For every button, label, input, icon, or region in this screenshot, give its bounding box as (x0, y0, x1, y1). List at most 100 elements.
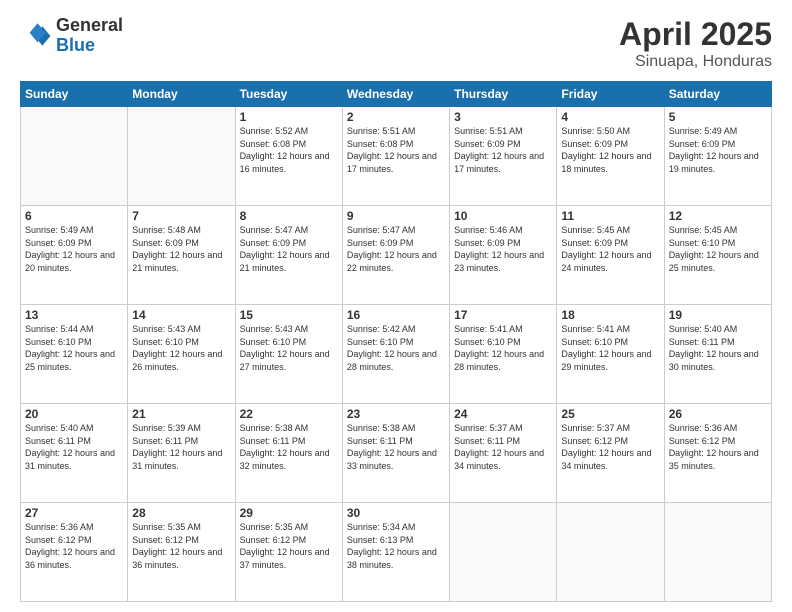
title-block: April 2025 Sinuapa, Honduras (619, 16, 772, 71)
table-row (450, 503, 557, 602)
header-sunday: Sunday (21, 82, 128, 107)
day-info: Sunrise: 5:39 AM Sunset: 6:11 PM Dayligh… (132, 422, 230, 472)
day-info: Sunrise: 5:52 AM Sunset: 6:08 PM Dayligh… (240, 125, 338, 175)
day-number: 30 (347, 506, 445, 520)
day-info: Sunrise: 5:42 AM Sunset: 6:10 PM Dayligh… (347, 323, 445, 373)
day-number: 21 (132, 407, 230, 421)
table-row (557, 503, 664, 602)
table-row: 6Sunrise: 5:49 AM Sunset: 6:09 PM Daylig… (21, 206, 128, 305)
day-info: Sunrise: 5:41 AM Sunset: 6:10 PM Dayligh… (561, 323, 659, 373)
calendar-header-row: Sunday Monday Tuesday Wednesday Thursday… (21, 82, 772, 107)
day-number: 27 (25, 506, 123, 520)
table-row: 18Sunrise: 5:41 AM Sunset: 6:10 PM Dayli… (557, 305, 664, 404)
table-row: 22Sunrise: 5:38 AM Sunset: 6:11 PM Dayli… (235, 404, 342, 503)
day-info: Sunrise: 5:38 AM Sunset: 6:11 PM Dayligh… (347, 422, 445, 472)
day-info: Sunrise: 5:41 AM Sunset: 6:10 PM Dayligh… (454, 323, 552, 373)
header-saturday: Saturday (664, 82, 771, 107)
table-row: 21Sunrise: 5:39 AM Sunset: 6:11 PM Dayli… (128, 404, 235, 503)
header-thursday: Thursday (450, 82, 557, 107)
day-info: Sunrise: 5:34 AM Sunset: 6:13 PM Dayligh… (347, 521, 445, 571)
table-row: 2Sunrise: 5:51 AM Sunset: 6:08 PM Daylig… (342, 107, 449, 206)
day-info: Sunrise: 5:38 AM Sunset: 6:11 PM Dayligh… (240, 422, 338, 472)
header-monday: Monday (128, 82, 235, 107)
day-number: 29 (240, 506, 338, 520)
table-row: 16Sunrise: 5:42 AM Sunset: 6:10 PM Dayli… (342, 305, 449, 404)
day-number: 6 (25, 209, 123, 223)
header-tuesday: Tuesday (235, 82, 342, 107)
table-row: 9Sunrise: 5:47 AM Sunset: 6:09 PM Daylig… (342, 206, 449, 305)
table-row: 25Sunrise: 5:37 AM Sunset: 6:12 PM Dayli… (557, 404, 664, 503)
day-info: Sunrise: 5:49 AM Sunset: 6:09 PM Dayligh… (669, 125, 767, 175)
day-info: Sunrise: 5:46 AM Sunset: 6:09 PM Dayligh… (454, 224, 552, 274)
day-number: 9 (347, 209, 445, 223)
calendar-week-row: 6Sunrise: 5:49 AM Sunset: 6:09 PM Daylig… (21, 206, 772, 305)
calendar-week-row: 27Sunrise: 5:36 AM Sunset: 6:12 PM Dayli… (21, 503, 772, 602)
day-number: 7 (132, 209, 230, 223)
table-row: 15Sunrise: 5:43 AM Sunset: 6:10 PM Dayli… (235, 305, 342, 404)
day-number: 1 (240, 110, 338, 124)
logo-icon (20, 20, 52, 52)
header: General Blue April 2025 Sinuapa, Hondura… (20, 16, 772, 71)
table-row (21, 107, 128, 206)
day-info: Sunrise: 5:50 AM Sunset: 6:09 PM Dayligh… (561, 125, 659, 175)
day-number: 26 (669, 407, 767, 421)
day-info: Sunrise: 5:37 AM Sunset: 6:12 PM Dayligh… (561, 422, 659, 472)
day-number: 12 (669, 209, 767, 223)
day-number: 17 (454, 308, 552, 322)
day-number: 10 (454, 209, 552, 223)
calendar-week-row: 20Sunrise: 5:40 AM Sunset: 6:11 PM Dayli… (21, 404, 772, 503)
day-info: Sunrise: 5:47 AM Sunset: 6:09 PM Dayligh… (347, 224, 445, 274)
table-row: 4Sunrise: 5:50 AM Sunset: 6:09 PM Daylig… (557, 107, 664, 206)
day-info: Sunrise: 5:45 AM Sunset: 6:10 PM Dayligh… (669, 224, 767, 274)
table-row: 23Sunrise: 5:38 AM Sunset: 6:11 PM Dayli… (342, 404, 449, 503)
table-row: 26Sunrise: 5:36 AM Sunset: 6:12 PM Dayli… (664, 404, 771, 503)
title-location: Sinuapa, Honduras (619, 53, 772, 71)
title-month: April 2025 (619, 16, 772, 53)
logo-blue-text: Blue (56, 36, 123, 56)
table-row: 30Sunrise: 5:34 AM Sunset: 6:13 PM Dayli… (342, 503, 449, 602)
table-row: 17Sunrise: 5:41 AM Sunset: 6:10 PM Dayli… (450, 305, 557, 404)
page: General Blue April 2025 Sinuapa, Hondura… (0, 0, 792, 612)
day-number: 11 (561, 209, 659, 223)
table-row: 10Sunrise: 5:46 AM Sunset: 6:09 PM Dayli… (450, 206, 557, 305)
calendar-week-row: 1Sunrise: 5:52 AM Sunset: 6:08 PM Daylig… (21, 107, 772, 206)
day-info: Sunrise: 5:51 AM Sunset: 6:09 PM Dayligh… (454, 125, 552, 175)
day-number: 8 (240, 209, 338, 223)
logo: General Blue (20, 16, 123, 56)
calendar-week-row: 13Sunrise: 5:44 AM Sunset: 6:10 PM Dayli… (21, 305, 772, 404)
day-number: 28 (132, 506, 230, 520)
table-row: 5Sunrise: 5:49 AM Sunset: 6:09 PM Daylig… (664, 107, 771, 206)
day-number: 24 (454, 407, 552, 421)
header-friday: Friday (557, 82, 664, 107)
day-info: Sunrise: 5:36 AM Sunset: 6:12 PM Dayligh… (669, 422, 767, 472)
day-number: 20 (25, 407, 123, 421)
day-number: 25 (561, 407, 659, 421)
day-number: 19 (669, 308, 767, 322)
day-number: 14 (132, 308, 230, 322)
table-row: 24Sunrise: 5:37 AM Sunset: 6:11 PM Dayli… (450, 404, 557, 503)
day-info: Sunrise: 5:43 AM Sunset: 6:10 PM Dayligh… (240, 323, 338, 373)
calendar-table: Sunday Monday Tuesday Wednesday Thursday… (20, 81, 772, 602)
table-row: 20Sunrise: 5:40 AM Sunset: 6:11 PM Dayli… (21, 404, 128, 503)
table-row: 8Sunrise: 5:47 AM Sunset: 6:09 PM Daylig… (235, 206, 342, 305)
day-number: 18 (561, 308, 659, 322)
table-row: 12Sunrise: 5:45 AM Sunset: 6:10 PM Dayli… (664, 206, 771, 305)
day-info: Sunrise: 5:36 AM Sunset: 6:12 PM Dayligh… (25, 521, 123, 571)
logo-general-text: General (56, 16, 123, 36)
day-number: 4 (561, 110, 659, 124)
table-row: 27Sunrise: 5:36 AM Sunset: 6:12 PM Dayli… (21, 503, 128, 602)
table-row (128, 107, 235, 206)
day-number: 16 (347, 308, 445, 322)
table-row: 3Sunrise: 5:51 AM Sunset: 6:09 PM Daylig… (450, 107, 557, 206)
table-row: 29Sunrise: 5:35 AM Sunset: 6:12 PM Dayli… (235, 503, 342, 602)
day-number: 13 (25, 308, 123, 322)
day-number: 2 (347, 110, 445, 124)
day-info: Sunrise: 5:43 AM Sunset: 6:10 PM Dayligh… (132, 323, 230, 373)
day-info: Sunrise: 5:45 AM Sunset: 6:09 PM Dayligh… (561, 224, 659, 274)
day-info: Sunrise: 5:47 AM Sunset: 6:09 PM Dayligh… (240, 224, 338, 274)
day-info: Sunrise: 5:44 AM Sunset: 6:10 PM Dayligh… (25, 323, 123, 373)
day-info: Sunrise: 5:35 AM Sunset: 6:12 PM Dayligh… (132, 521, 230, 571)
day-info: Sunrise: 5:35 AM Sunset: 6:12 PM Dayligh… (240, 521, 338, 571)
day-number: 23 (347, 407, 445, 421)
table-row: 14Sunrise: 5:43 AM Sunset: 6:10 PM Dayli… (128, 305, 235, 404)
